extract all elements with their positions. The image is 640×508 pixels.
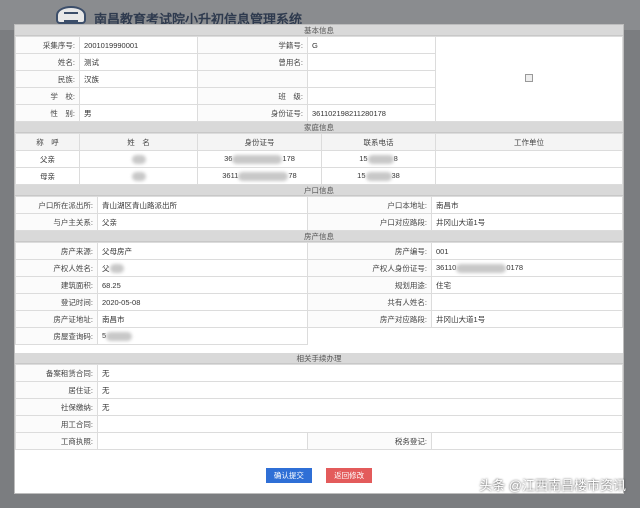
family-col-name: 姓 名 — [79, 133, 198, 151]
house-table: 房产来源: 父母房产 房产编号: 001 产权人姓名: 父 产权人身份证号: 3… — [15, 242, 623, 345]
house-owner-id-value: 36110 0178 — [431, 259, 623, 277]
xueji-value: G — [307, 36, 436, 54]
hukou-police-label: 户口所在派出所: — [15, 196, 98, 214]
related-lease-value: 无 — [97, 364, 623, 382]
table-row: 母亲 3611 78 15 38 — [15, 167, 623, 185]
house-owner-label: 产权人姓名: — [15, 259, 98, 277]
house-co-value — [431, 293, 623, 311]
used-name-value — [307, 53, 436, 71]
section-related-title: 相关手续办理 — [15, 353, 623, 364]
house-cert-addr-value: 南昌市 — [97, 310, 308, 328]
class-value — [307, 87, 436, 105]
house-usage-label: 规划用途: — [307, 276, 432, 294]
house-owner-value: 父 — [97, 259, 308, 277]
section-basic-title: 基本信息 — [15, 25, 623, 36]
section-family-title: 家庭信息 — [15, 122, 623, 133]
house-road-label: 房产对应路段: — [307, 310, 432, 328]
section-hukou-title: 户口信息 — [15, 185, 623, 196]
table-row: 父亲 36 178 15 8 — [15, 150, 623, 168]
family-work — [435, 167, 623, 185]
hukou-road-value: 井冈山大道1号 — [431, 213, 623, 231]
house-reg-label: 登记时间: — [15, 293, 98, 311]
house-co-label: 共有人姓名: — [307, 293, 432, 311]
family-col-phone: 联系电话 — [321, 133, 436, 151]
caiji-value: 2001019990001 — [79, 36, 198, 54]
hukou-table: 户口所在派出所: 青山湖区青山路派出所 户口本地址: 南昌市 与户主关系: 父亲… — [15, 196, 623, 231]
basic-info-table: 采集序号: 2001019990001 学籍号: G 姓名: 测试 曾用名: 民… — [15, 36, 623, 122]
related-residence-value: 无 — [97, 381, 623, 399]
house-no-label: 房产编号: — [307, 242, 432, 260]
house-no-value: 001 — [431, 242, 623, 260]
related-tax-label: 税务登记: — [307, 432, 432, 450]
hukou-police-value: 青山湖区青山路派出所 — [97, 196, 308, 214]
watermark-text: 头条 @江西南昌楼市资讯 — [479, 478, 626, 493]
nation-label: 民族: — [15, 70, 80, 88]
family-col-relation: 称 呼 — [15, 133, 80, 151]
school-label: 学 校: — [15, 87, 80, 105]
house-reg-value: 2020-05-08 — [97, 293, 308, 311]
related-lease-label: 备案租赁合同: — [15, 364, 98, 382]
name-label: 姓名: — [15, 53, 80, 71]
family-phone: 15 8 — [321, 150, 436, 168]
house-owner-id-label: 产权人身份证号: — [307, 259, 432, 277]
family-name — [79, 167, 198, 185]
family-table: 称 呼 姓 名 身份证号 联系电话 工作单位 父亲 36 178 15 8 母亲 3… — [15, 133, 623, 185]
hukou-addr-value: 南昌市 — [431, 196, 623, 214]
related-table: 备案租赁合同: 无 居住证: 无 社保缴纳: 无 用工合同: 工商执照: 税务登… — [15, 364, 623, 450]
family-col-id: 身份证号 — [197, 133, 322, 151]
related-residence-label: 居住证: — [15, 381, 98, 399]
related-social-label: 社保缴纳: — [15, 398, 98, 416]
family-relation: 父亲 — [15, 150, 80, 168]
family-id: 36 178 — [197, 150, 322, 168]
back-edit-button[interactable]: 返回修改 — [326, 468, 373, 483]
house-area-value: 68.25 — [97, 276, 308, 294]
house-source-label: 房产来源: — [15, 242, 98, 260]
hukou-road-label: 户口对应路段: — [307, 213, 432, 231]
nation-value: 汉族 — [79, 70, 198, 88]
family-phone: 15 38 — [321, 167, 436, 185]
logo-icon — [56, 6, 86, 24]
house-source-value: 父母房产 — [97, 242, 308, 260]
house-area-label: 建筑面积: — [15, 276, 98, 294]
related-biz-label: 工商执照: — [15, 432, 98, 450]
family-name — [79, 150, 198, 168]
house-query-value: 5 — [97, 327, 308, 345]
school-value — [79, 87, 198, 105]
related-contract-value — [97, 415, 623, 433]
house-query-label: 房屋查询码: — [15, 327, 98, 345]
family-col-work: 工作单位 — [435, 133, 623, 151]
related-biz-value — [97, 432, 308, 450]
name-value: 测试 — [79, 53, 198, 71]
class-label: 班 级: — [197, 87, 308, 105]
student-photo — [435, 36, 623, 122]
hukou-addr-label: 户口本地址: — [307, 196, 432, 214]
house-usage-value: 住宅 — [431, 276, 623, 294]
xueji-label: 学籍号: — [197, 36, 308, 54]
caiji-label: 采集序号: — [15, 36, 80, 54]
house-cert-addr-label: 房产证地址: — [15, 310, 98, 328]
broken-image-icon — [525, 74, 533, 82]
related-social-value: 无 — [97, 398, 623, 416]
gender-label: 性 别: — [15, 104, 80, 122]
hukou-relation-label: 与户主关系: — [15, 213, 98, 231]
section-house-title: 房产信息 — [15, 231, 623, 242]
family-work — [435, 150, 623, 168]
family-id: 3611 78 — [197, 167, 322, 185]
confirm-submit-button[interactable]: 确认提交 — [265, 468, 312, 483]
used-name-label: 曾用名: — [197, 53, 308, 71]
id-value: 361102198211280178 — [307, 104, 436, 122]
gender-value: 男 — [79, 104, 198, 122]
id-label: 身份证号: — [197, 104, 308, 122]
hukou-relation-value: 父亲 — [97, 213, 308, 231]
related-contract-label: 用工合同: — [15, 415, 98, 433]
info-panel: 基本信息 采集序号: 2001019990001 学籍号: G 姓名: 测试 曾… — [14, 24, 624, 494]
related-tax-value — [431, 432, 623, 450]
family-relation: 母亲 — [15, 167, 80, 185]
house-road-value: 井冈山大道1号 — [431, 310, 623, 328]
